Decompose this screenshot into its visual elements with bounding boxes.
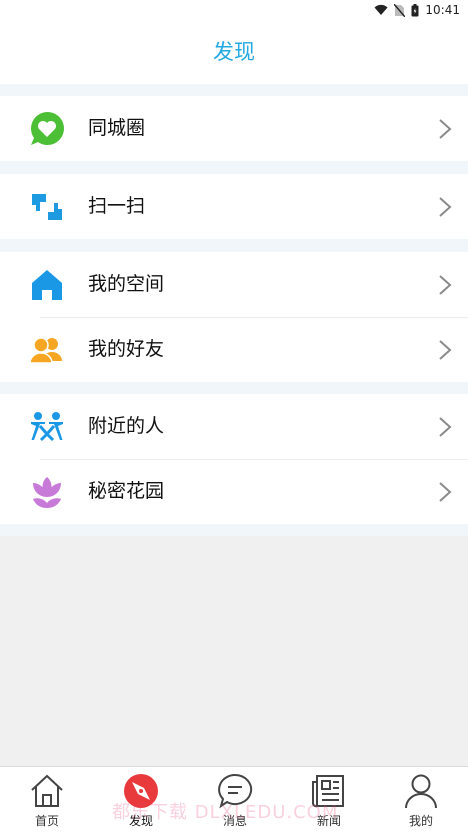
tab-label: 首页 — [34, 814, 59, 828]
user-icon — [405, 774, 437, 809]
no-sim-icon — [394, 3, 406, 17]
section-gap — [0, 239, 468, 252]
home-icon — [28, 266, 66, 304]
menu-item-my-friends[interactable]: 我的好友 — [0, 317, 468, 382]
page-title: 发现 — [213, 40, 255, 64]
flower-icon — [28, 473, 66, 511]
people-nearby-icon — [28, 408, 66, 446]
menu-item-nearby[interactable]: 附近的人 — [0, 394, 468, 459]
tab-label: 我的 — [408, 814, 433, 828]
status-bar: 10:41 — [0, 0, 468, 20]
section-gap — [0, 382, 468, 394]
page-header: 发现 — [0, 20, 468, 84]
chevron-right-icon — [439, 417, 452, 437]
chevron-right-icon — [439, 119, 452, 139]
watermark: 都乐下载 DLXLEDU.COM — [112, 802, 339, 823]
menu-item-label: 扫一扫 — [88, 195, 146, 217]
tab-home[interactable]: 首页 — [0, 767, 94, 832]
section-gap — [0, 524, 468, 536]
home-outline-icon — [31, 774, 63, 807]
tab-mine[interactable]: 我的 — [374, 767, 468, 832]
scan-icon — [28, 188, 66, 226]
chevron-right-icon — [439, 197, 452, 217]
menu-item-label: 附近的人 — [88, 415, 165, 437]
menu-item-label: 同城圈 — [88, 117, 146, 139]
menu-item-label: 秘密花园 — [88, 480, 165, 502]
menu-item-scan[interactable]: 扫一扫 — [0, 174, 468, 239]
menu-group-scan: 扫一扫 — [0, 174, 468, 239]
friends-icon — [28, 331, 66, 369]
status-icons: 10:41 — [374, 2, 460, 18]
menu-item-secret-garden[interactable]: 秘密花园 — [0, 459, 468, 524]
menu-item-my-space[interactable]: 我的空间 — [0, 252, 468, 317]
menu-item-moments[interactable]: 同城圈 — [0, 96, 468, 161]
section-gap — [0, 161, 468, 174]
menu-group-explore: 附近的人 秘密花园 — [0, 394, 468, 524]
wifi-icon — [374, 4, 388, 15]
section-gap — [0, 84, 468, 96]
menu-item-label: 我的空间 — [88, 273, 165, 295]
chat-heart-icon — [28, 110, 66, 148]
chevron-right-icon — [439, 275, 452, 295]
battery-icon — [411, 3, 419, 16]
menu-group-moments: 同城圈 — [0, 96, 468, 161]
menu-item-label: 我的好友 — [88, 338, 165, 360]
chevron-right-icon — [439, 340, 452, 360]
chevron-right-icon — [439, 482, 452, 502]
menu-group-social: 我的空间 我的好友 — [0, 252, 468, 382]
status-time: 10:41 — [425, 3, 460, 17]
